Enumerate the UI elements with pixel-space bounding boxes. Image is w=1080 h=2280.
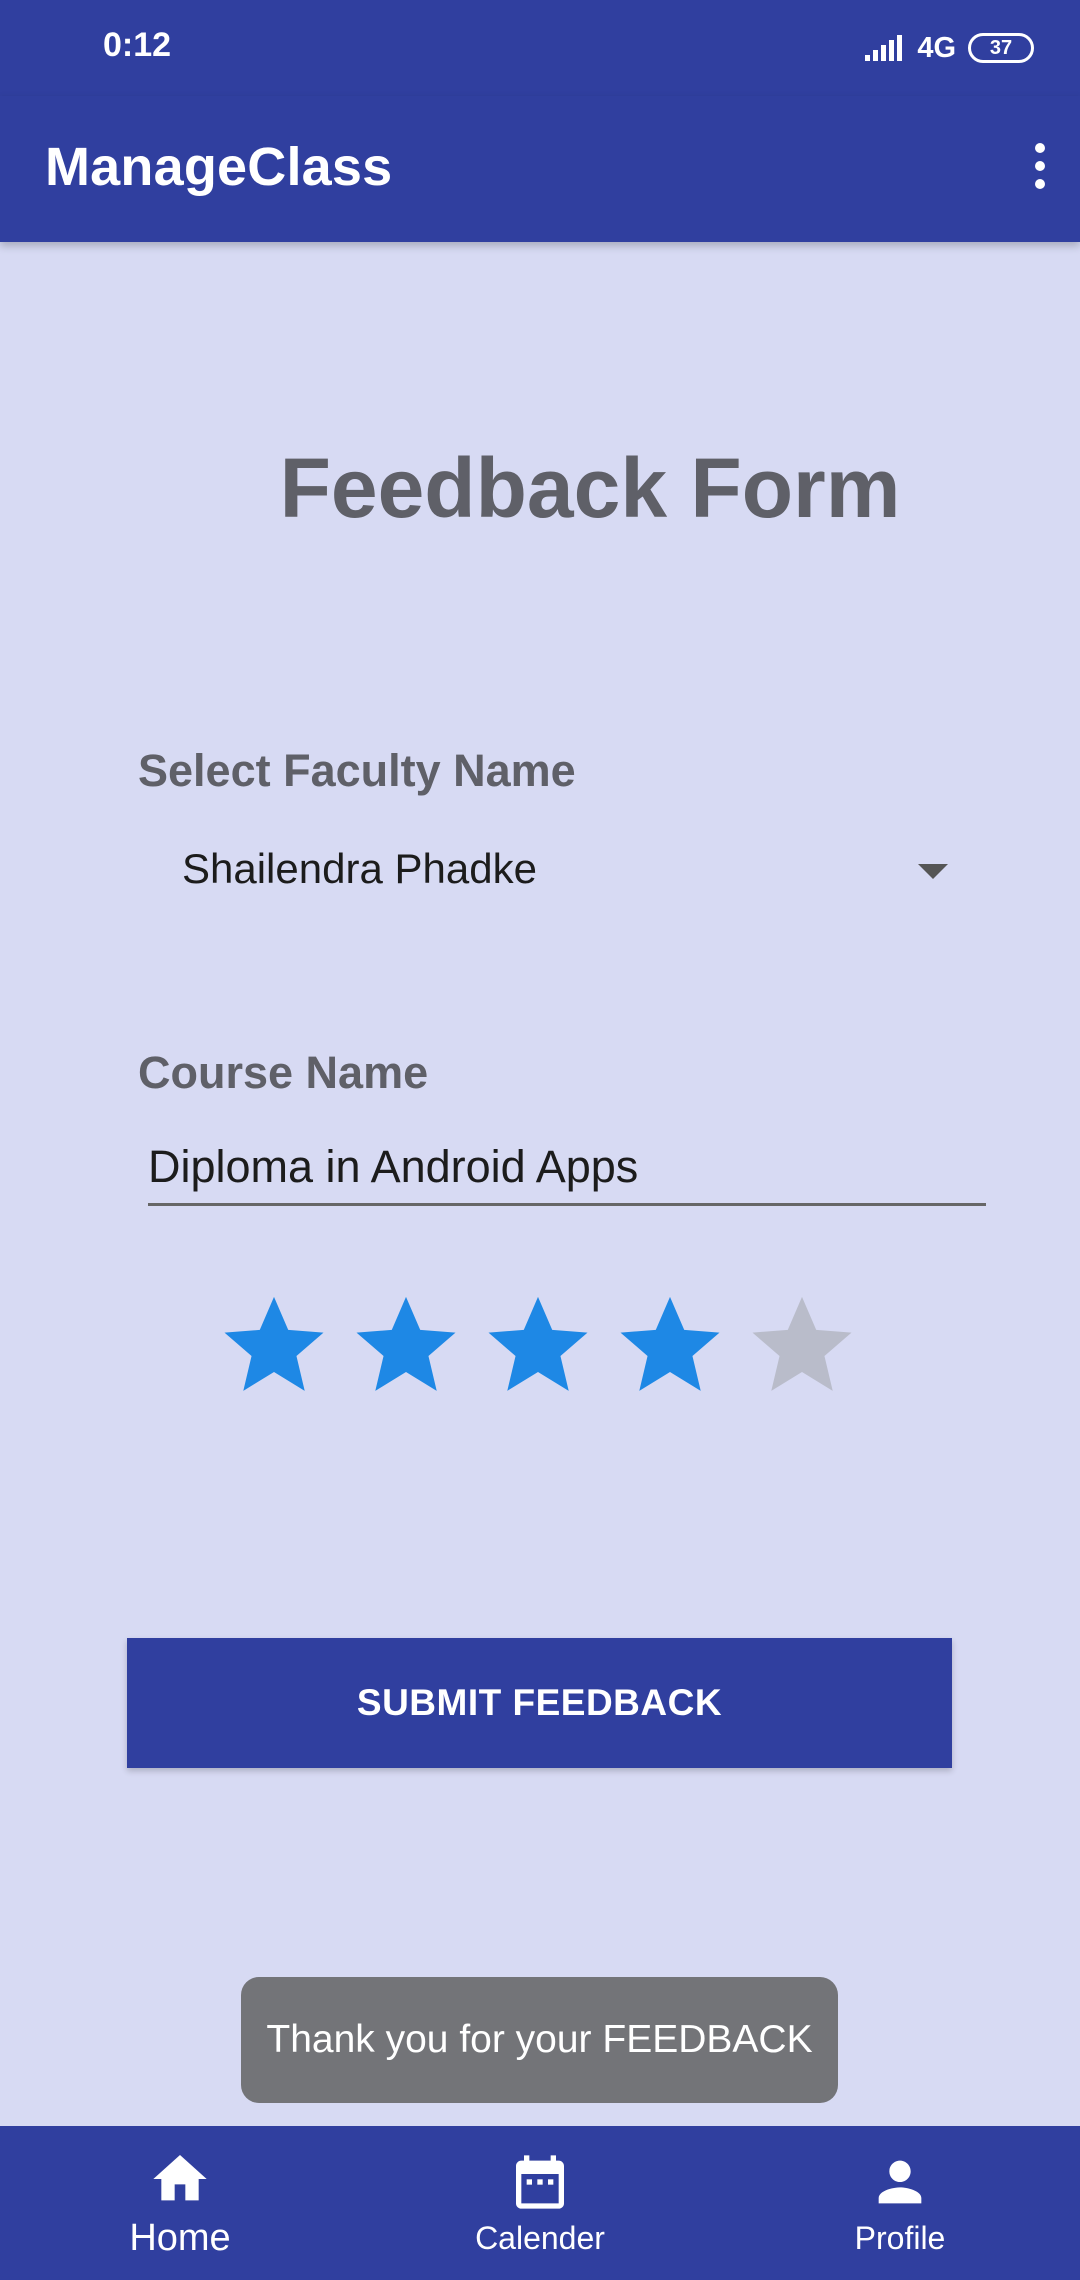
faculty-selected-value: Shailendra Phadke — [182, 845, 537, 892]
submit-feedback-button[interactable]: SUBMIT FEEDBACK — [127, 1638, 952, 1768]
course-name-field[interactable] — [148, 1130, 986, 1206]
person-icon — [878, 2160, 922, 2203]
rating-bar[interactable] — [219, 1290, 857, 1410]
nav-label-profile: Profile — [854, 2219, 946, 2256]
star-filled-icon[interactable] — [483, 1290, 593, 1400]
course-label: Course Name — [138, 1047, 429, 1098]
more-vert-icon[interactable] — [1010, 126, 1070, 206]
faculty-spinner[interactable]: Shailendra Phadke — [140, 830, 960, 912]
toast-message: Thank you for your FEEDBACK — [241, 1977, 838, 2103]
nav-item-profile[interactable]: Profile — [750, 2126, 1050, 2280]
nav-item-home[interactable]: Home — [30, 2126, 330, 2280]
signal-icon — [865, 35, 903, 61]
page-title: Feedback Form — [279, 441, 901, 535]
star-filled-icon[interactable] — [351, 1290, 461, 1400]
star-filled-icon[interactable] — [615, 1290, 725, 1400]
star-empty-icon[interactable] — [747, 1290, 857, 1400]
bottom-nav: Home Calender Profile — [0, 2126, 1080, 2280]
calendar-icon — [516, 2154, 564, 2209]
star-filled-icon[interactable] — [219, 1290, 329, 1400]
nav-item-calender[interactable]: Calender — [390, 2126, 690, 2280]
nav-label-calender: Calender — [475, 2219, 605, 2256]
app-bar: ManageClass — [0, 96, 1080, 242]
toast-text: Thank you for your FEEDBACK — [266, 2018, 813, 2061]
battery-level: 37 — [989, 36, 1013, 59]
faculty-label: Select Faculty Name — [138, 745, 576, 796]
app-title: ManageClass — [45, 137, 393, 197]
status-time: 0:12 — [103, 26, 172, 64]
battery-icon: 37 — [968, 33, 1034, 63]
status-bar: 0:12 4G 37 — [0, 0, 1080, 96]
nav-label-home: Home — [129, 2216, 231, 2259]
network-type: 4G — [917, 31, 956, 64]
home-icon — [153, 2154, 207, 2200]
status-indicators: 4G 37 — [863, 28, 1034, 68]
dropdown-arrow-icon — [918, 864, 948, 879]
